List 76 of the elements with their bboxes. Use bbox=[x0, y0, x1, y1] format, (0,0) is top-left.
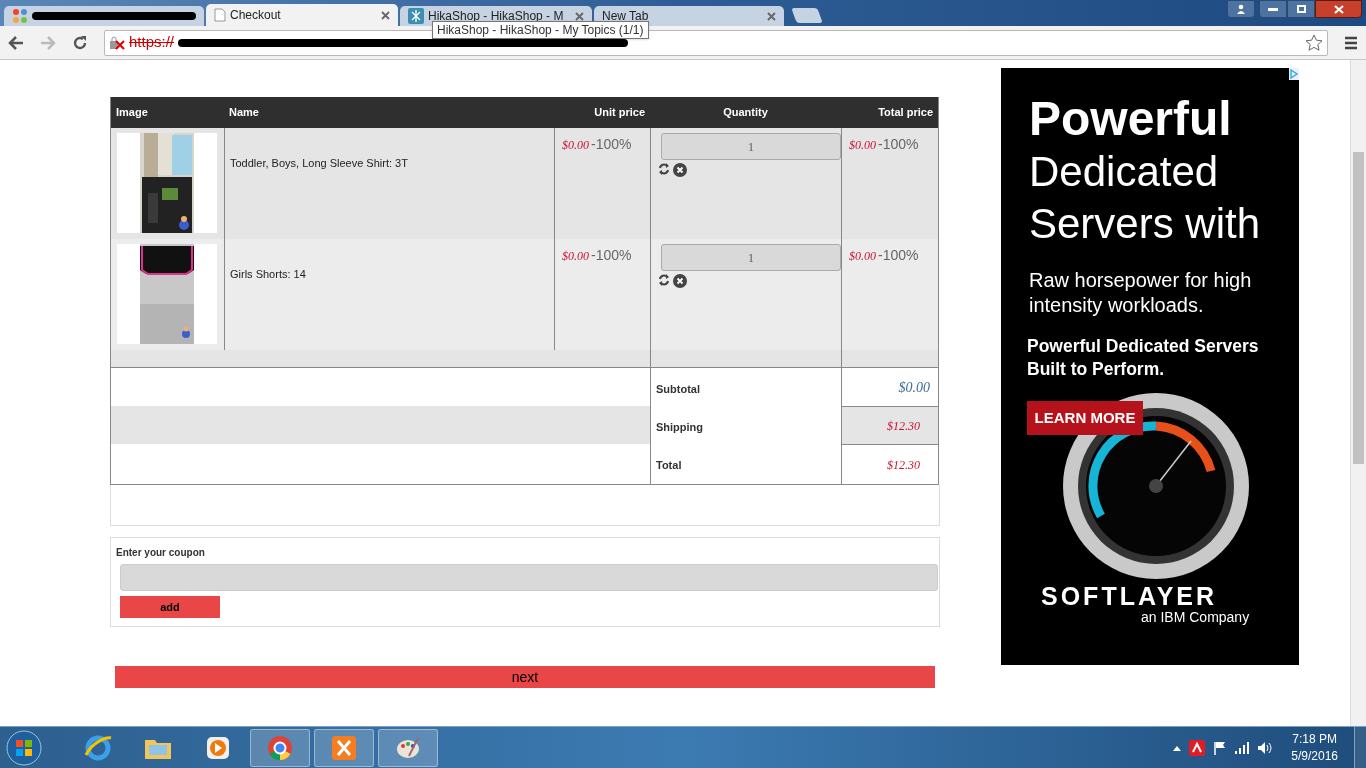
user-icon[interactable] bbox=[1227, 0, 1255, 18]
show-hidden-icons-icon[interactable] bbox=[1173, 744, 1182, 751]
browser-tab[interactable]: Checkout bbox=[206, 4, 398, 26]
column-header: Unit price bbox=[594, 105, 645, 121]
hikashop-icon bbox=[408, 8, 424, 24]
ad-banner[interactable]: Powerful Dedicated Servers with Raw horsepower for high intensity workloads. Powerful Dedicated Servers Built to Perform. LEARN MORE SOFTLAYER an IBM Company bbox=[1001, 68, 1299, 665]
avira-icon[interactable] bbox=[1189, 739, 1206, 756]
total-value: $12.30 bbox=[887, 417, 921, 435]
product-name: Girls Shorts: 14 bbox=[230, 268, 306, 280]
refresh-icon[interactable] bbox=[658, 163, 670, 175]
close-icon[interactable] bbox=[1333, 4, 1344, 14]
total-label: Total bbox=[656, 459, 682, 471]
tab-tooltip: HikaShop - HikaShop - My Topics (1/1) bbox=[432, 21, 649, 39]
coupon-input-field[interactable] bbox=[120, 564, 938, 591]
tab-title: Checkout bbox=[230, 7, 282, 24]
column-header: Total price bbox=[878, 105, 933, 121]
discount-text: -100% bbox=[591, 246, 632, 265]
total-label: Shipping bbox=[656, 421, 704, 433]
column-header: Name bbox=[229, 105, 259, 121]
ad-body-text: Raw horsepower for high intensity workloads. bbox=[1029, 268, 1253, 318]
remove-icon[interactable] bbox=[673, 274, 687, 288]
browser-tab[interactable] bbox=[4, 6, 204, 26]
quantity-input-field[interactable]: 1 bbox=[661, 244, 841, 271]
back-icon[interactable] bbox=[8, 35, 24, 50]
joomla-icon bbox=[12, 8, 28, 24]
discount-text: -100% bbox=[591, 135, 632, 154]
tab-close-icon[interactable] bbox=[575, 11, 584, 21]
column-header: Image bbox=[116, 105, 148, 121]
product-name: Toddler, Boys, Long Sleeve Shirt: 3T bbox=[230, 157, 408, 169]
tab-close-icon[interactable] bbox=[381, 10, 390, 20]
ad-tagline: Powerful Dedicated Servers Built to Perform. bbox=[1027, 335, 1260, 381]
total-value: $12.30 bbox=[887, 456, 921, 474]
coupon-label: Enter your coupon bbox=[116, 546, 206, 560]
learn-more-button[interactable]: LEARN MORE bbox=[1027, 401, 1143, 435]
close-button[interactable] bbox=[1315, 0, 1362, 18]
ad-headline: Powerful bbox=[1029, 92, 1233, 146]
restore-button[interactable] bbox=[1287, 0, 1315, 18]
start-button-icon[interactable] bbox=[4, 727, 44, 768]
bookmark-star-icon[interactable] bbox=[1305, 33, 1323, 52]
ad-logo-subtitle: an IBM Company bbox=[1141, 609, 1251, 625]
scrollbar[interactable] bbox=[1350, 60, 1366, 726]
page-icon bbox=[214, 8, 226, 22]
xampp-icon[interactable] bbox=[314, 728, 374, 767]
price-text: $0.00 bbox=[849, 137, 876, 154]
ad-headline: Dedicated bbox=[1029, 147, 1220, 197]
column-header: Quantity bbox=[723, 105, 768, 121]
signal-icon[interactable] bbox=[1235, 741, 1250, 754]
ad-headline: Servers with bbox=[1029, 199, 1262, 249]
insecure-lock-icon bbox=[109, 35, 125, 50]
refresh-icon[interactable] bbox=[658, 274, 670, 286]
clock-time[interactable]: 7:18 PM bbox=[1292, 730, 1337, 748]
clock-date[interactable]: 5/9/2016 bbox=[1291, 747, 1338, 765]
new-tab-button[interactable] bbox=[791, 8, 823, 23]
quantity-input-field[interactable]: 1 bbox=[661, 133, 841, 160]
browser-tab[interactable]: New Tab bbox=[594, 6, 784, 26]
price-text: $0.00 bbox=[562, 248, 589, 265]
total-value: $0.00 bbox=[898, 378, 930, 397]
price-text: $0.00 bbox=[849, 248, 876, 265]
chrome-icon[interactable] bbox=[250, 728, 310, 767]
menu-icon[interactable] bbox=[1344, 35, 1358, 50]
paint-icon[interactable] bbox=[378, 728, 438, 767]
remove-icon[interactable] bbox=[673, 163, 687, 177]
add-coupon-button[interactable]: add bbox=[120, 596, 220, 618]
price-text: $0.00 bbox=[562, 137, 589, 154]
ad-logo: SOFTLAYER bbox=[1041, 583, 1219, 609]
scrollbar-thumb[interactable] bbox=[1353, 152, 1364, 464]
total-label: Subtotal bbox=[656, 383, 700, 395]
reload-icon[interactable] bbox=[72, 34, 88, 51]
next-button[interactable]: next bbox=[115, 666, 935, 688]
minimize-button[interactable] bbox=[1259, 0, 1287, 18]
tab-close-icon[interactable] bbox=[767, 11, 776, 21]
discount-text: -100% bbox=[878, 246, 919, 265]
volume-icon[interactable] bbox=[1257, 740, 1274, 755]
url-text: https:// bbox=[129, 32, 175, 53]
flag-icon[interactable] bbox=[1213, 740, 1228, 755]
discount-text: -100% bbox=[878, 135, 919, 154]
